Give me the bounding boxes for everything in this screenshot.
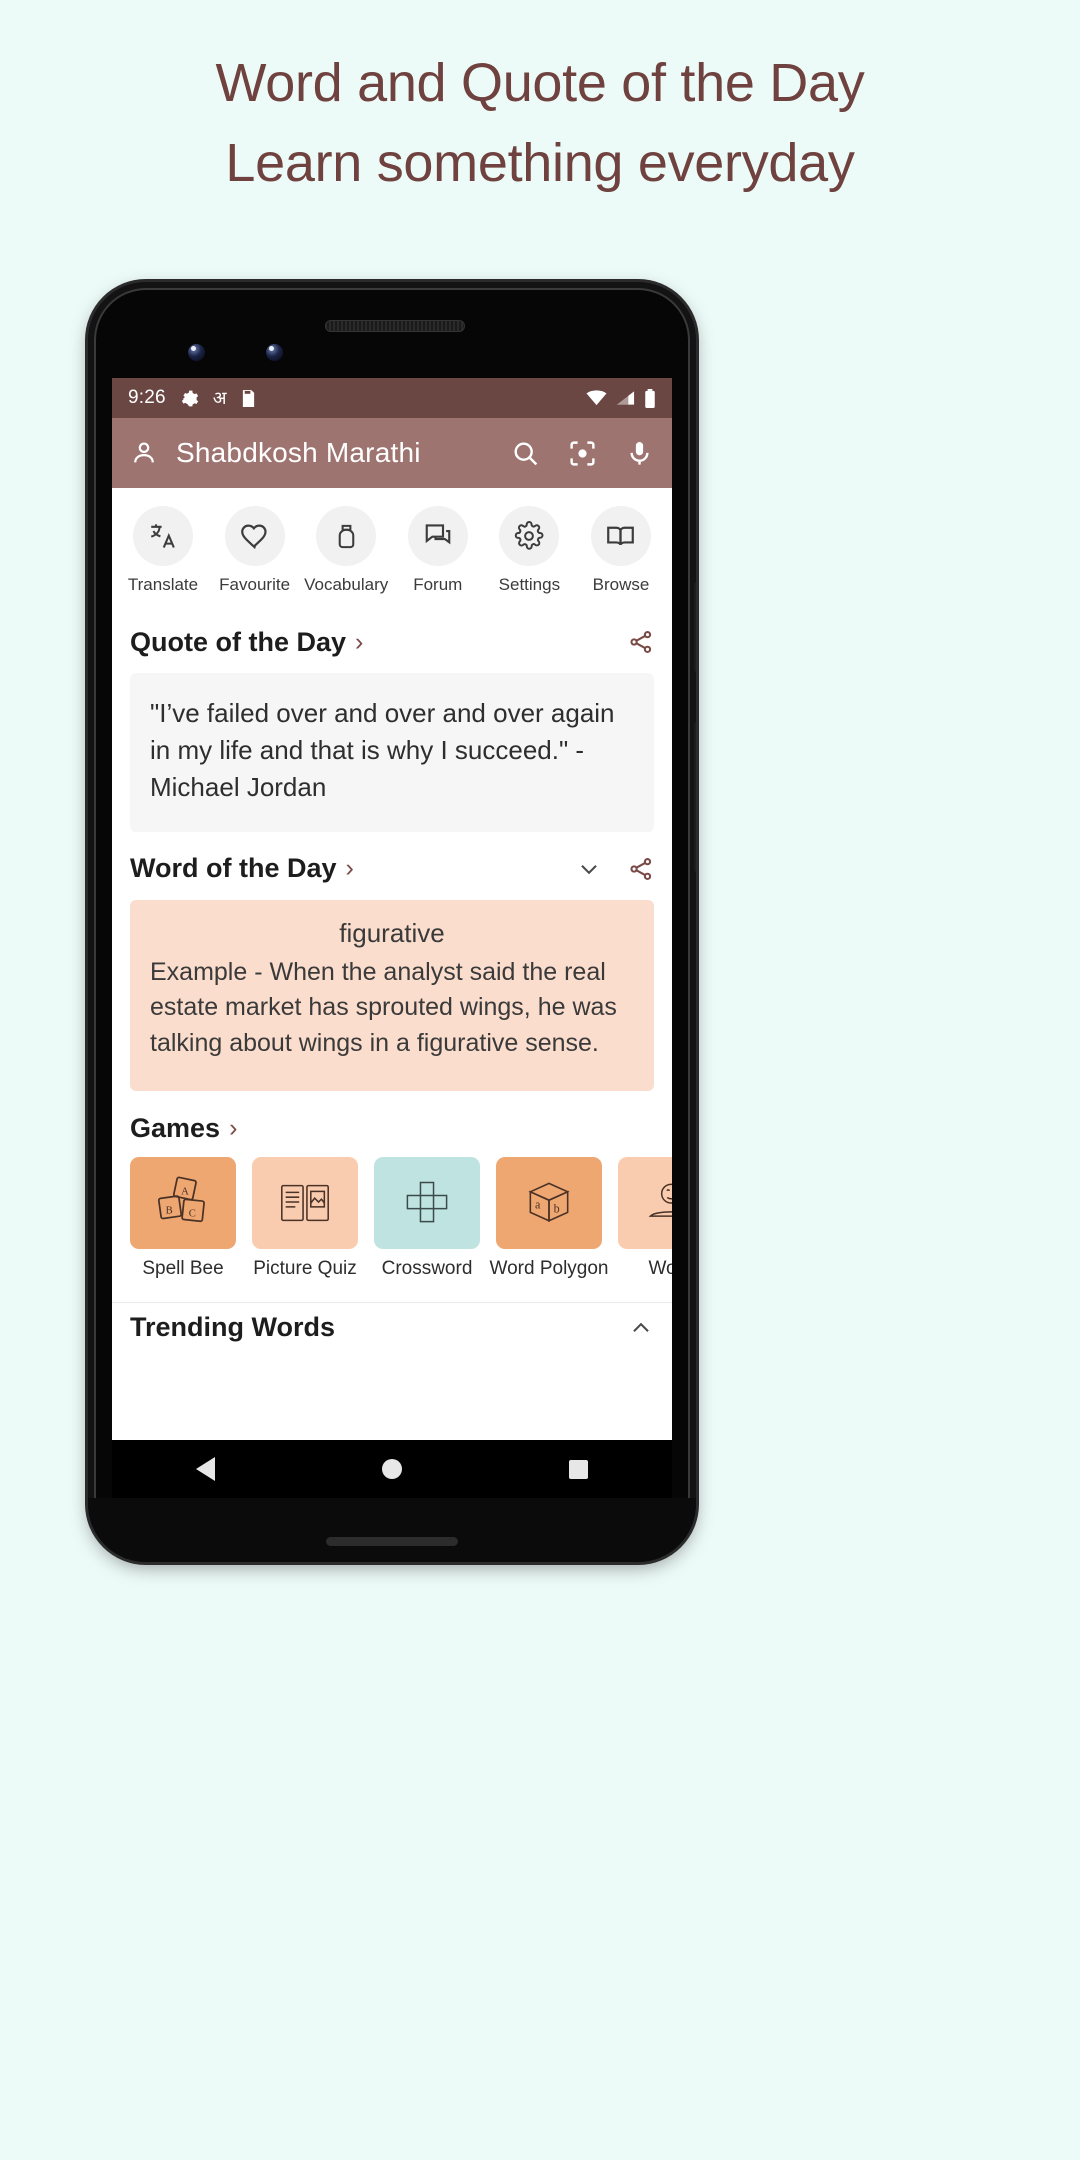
- quote-of-the-day-card[interactable]: "I’ve failed over and over and over agai…: [130, 673, 654, 832]
- quick-action-label: Settings: [498, 575, 561, 594]
- svg-text:A: A: [181, 1187, 189, 1198]
- forum-icon: [407, 506, 468, 566]
- scan-icon[interactable]: [568, 439, 597, 468]
- devanagari-a-icon: अ: [212, 388, 227, 408]
- wifi-icon: [586, 390, 607, 406]
- signal-icon: [616, 390, 635, 406]
- game-item-word-polygon[interactable]: a b Word Polygon: [490, 1157, 609, 1280]
- phone-bottom-speaker: [326, 1537, 458, 1546]
- game-label: Spell Bee: [142, 1258, 224, 1280]
- promo-headline: Word and Quote of the Day Learn somethin…: [0, 44, 1080, 204]
- game-label: Word Polygon: [489, 1258, 609, 1280]
- gear-icon: [180, 389, 199, 408]
- quick-actions-row: Translate Favourite Vocabulary Forum Set…: [112, 488, 672, 605]
- book-open-icon: [590, 506, 651, 566]
- back-triangle-icon[interactable]: [195, 1457, 215, 1481]
- app-bar-title: Shabdkosh Marathi: [176, 437, 421, 468]
- phone-chin: [88, 1498, 696, 1562]
- quick-action-favourite[interactable]: Favourite: [210, 506, 300, 595]
- chevron-up-icon[interactable]: [628, 1315, 654, 1341]
- share-icon[interactable]: [628, 856, 654, 882]
- home-circle-icon[interactable]: [381, 1459, 402, 1479]
- quote-of-the-day-title: Quote of the Day: [130, 626, 347, 657]
- game-item-crossword[interactable]: Crossword: [374, 1157, 480, 1280]
- earpiece-speaker: [325, 320, 465, 332]
- ab-cube-icon: a b: [496, 1157, 602, 1250]
- recents-square-icon[interactable]: [569, 1459, 589, 1479]
- share-icon[interactable]: [628, 629, 654, 655]
- front-camera-icon: [188, 344, 205, 361]
- game-item-picture-quiz[interactable]: Picture Quiz: [252, 1157, 358, 1280]
- search-icon[interactable]: [511, 439, 540, 468]
- game-label: Crossword: [381, 1258, 473, 1280]
- open-book-picture-icon: [252, 1157, 358, 1250]
- word-of-the-day-example: Example - When the analyst said the real…: [150, 957, 617, 1057]
- svg-text:B: B: [166, 1206, 173, 1217]
- promo-headline-line-1: Word and Quote of the Day: [215, 53, 865, 113]
- quick-action-label: Vocabulary: [304, 575, 389, 594]
- trending-words-header[interactable]: Trending Words: [112, 1302, 672, 1352]
- trending-words-title: Trending Words: [130, 1312, 336, 1343]
- front-camera-secondary-icon: [266, 344, 283, 361]
- phone-screen: 9:26 अ Shabdkosh Marathi Translate Favou…: [112, 378, 672, 1444]
- heart-icon: [224, 506, 285, 566]
- game-item-spell-bee[interactable]: A B C Spell Bee: [130, 1157, 236, 1280]
- quick-action-forum[interactable]: Forum: [393, 506, 483, 595]
- quick-action-translate[interactable]: Translate: [118, 506, 208, 595]
- word-of-the-day-header: Word of the Day ›: [112, 846, 672, 892]
- volume-button[interactable]: [694, 722, 696, 872]
- power-button[interactable]: [694, 582, 696, 672]
- word-of-the-day-title: Word of the Day: [130, 853, 337, 884]
- gear-icon: [499, 506, 560, 566]
- sim-card-icon: [241, 389, 256, 408]
- status-bar: 9:26 अ: [112, 378, 672, 418]
- battery-icon: [644, 388, 656, 408]
- chevron-right-icon[interactable]: ›: [229, 1115, 237, 1141]
- letter-blocks-icon: A B C: [130, 1157, 236, 1250]
- translate-icon: [133, 506, 193, 566]
- quick-action-label: Browse: [592, 575, 650, 594]
- android-navigation-bar: [112, 1440, 672, 1498]
- crossword-grid-icon: [374, 1157, 480, 1250]
- promo-headline-line-2: Learn something everyday: [225, 132, 855, 193]
- word-of-the-day-card[interactable]: figurative Example - When the analyst sa…: [130, 899, 654, 1092]
- word-of-the-day-word: figurative: [339, 917, 445, 948]
- app-bar: Shabdkosh Marathi: [112, 418, 672, 488]
- quick-action-browse[interactable]: Browse: [576, 506, 666, 595]
- game-item-word[interactable]: Word: [618, 1157, 672, 1280]
- chevron-right-icon[interactable]: ›: [346, 856, 354, 881]
- quick-action-settings[interactable]: Settings: [484, 506, 574, 595]
- chevron-down-icon[interactable]: [576, 856, 602, 882]
- vocabulary-jar-icon: [316, 506, 377, 566]
- game-label: Picture Quiz: [253, 1258, 357, 1280]
- person-icon[interactable]: [130, 439, 158, 467]
- svg-text:C: C: [189, 1209, 196, 1220]
- chevron-right-icon[interactable]: ›: [355, 629, 363, 655]
- svg-text:b: b: [554, 1202, 560, 1216]
- phone-mockup: 9:26 अ Shabdkosh Marathi Translate Favou…: [88, 282, 696, 1562]
- quote-text: "I’ve failed over and over and over agai…: [150, 698, 615, 802]
- quick-action-vocabulary[interactable]: Vocabulary: [301, 506, 391, 595]
- quote-of-the-day-header: Quote of the Day ›: [112, 619, 672, 665]
- word-game-icon: [618, 1157, 672, 1250]
- status-bar-time: 9:26: [128, 387, 166, 408]
- quick-action-label: Forum: [413, 575, 463, 594]
- game-label: Word: [648, 1258, 672, 1280]
- quick-action-label: Translate: [127, 575, 199, 594]
- games-header: Games ›: [112, 1105, 672, 1151]
- quick-action-label: Favourite: [219, 575, 291, 594]
- games-carousel[interactable]: A B C Spell Bee Picture Quiz Crossword a…: [112, 1151, 672, 1280]
- svg-text:a: a: [535, 1198, 541, 1212]
- microphone-icon[interactable]: [625, 439, 654, 468]
- games-title: Games: [130, 1112, 221, 1143]
